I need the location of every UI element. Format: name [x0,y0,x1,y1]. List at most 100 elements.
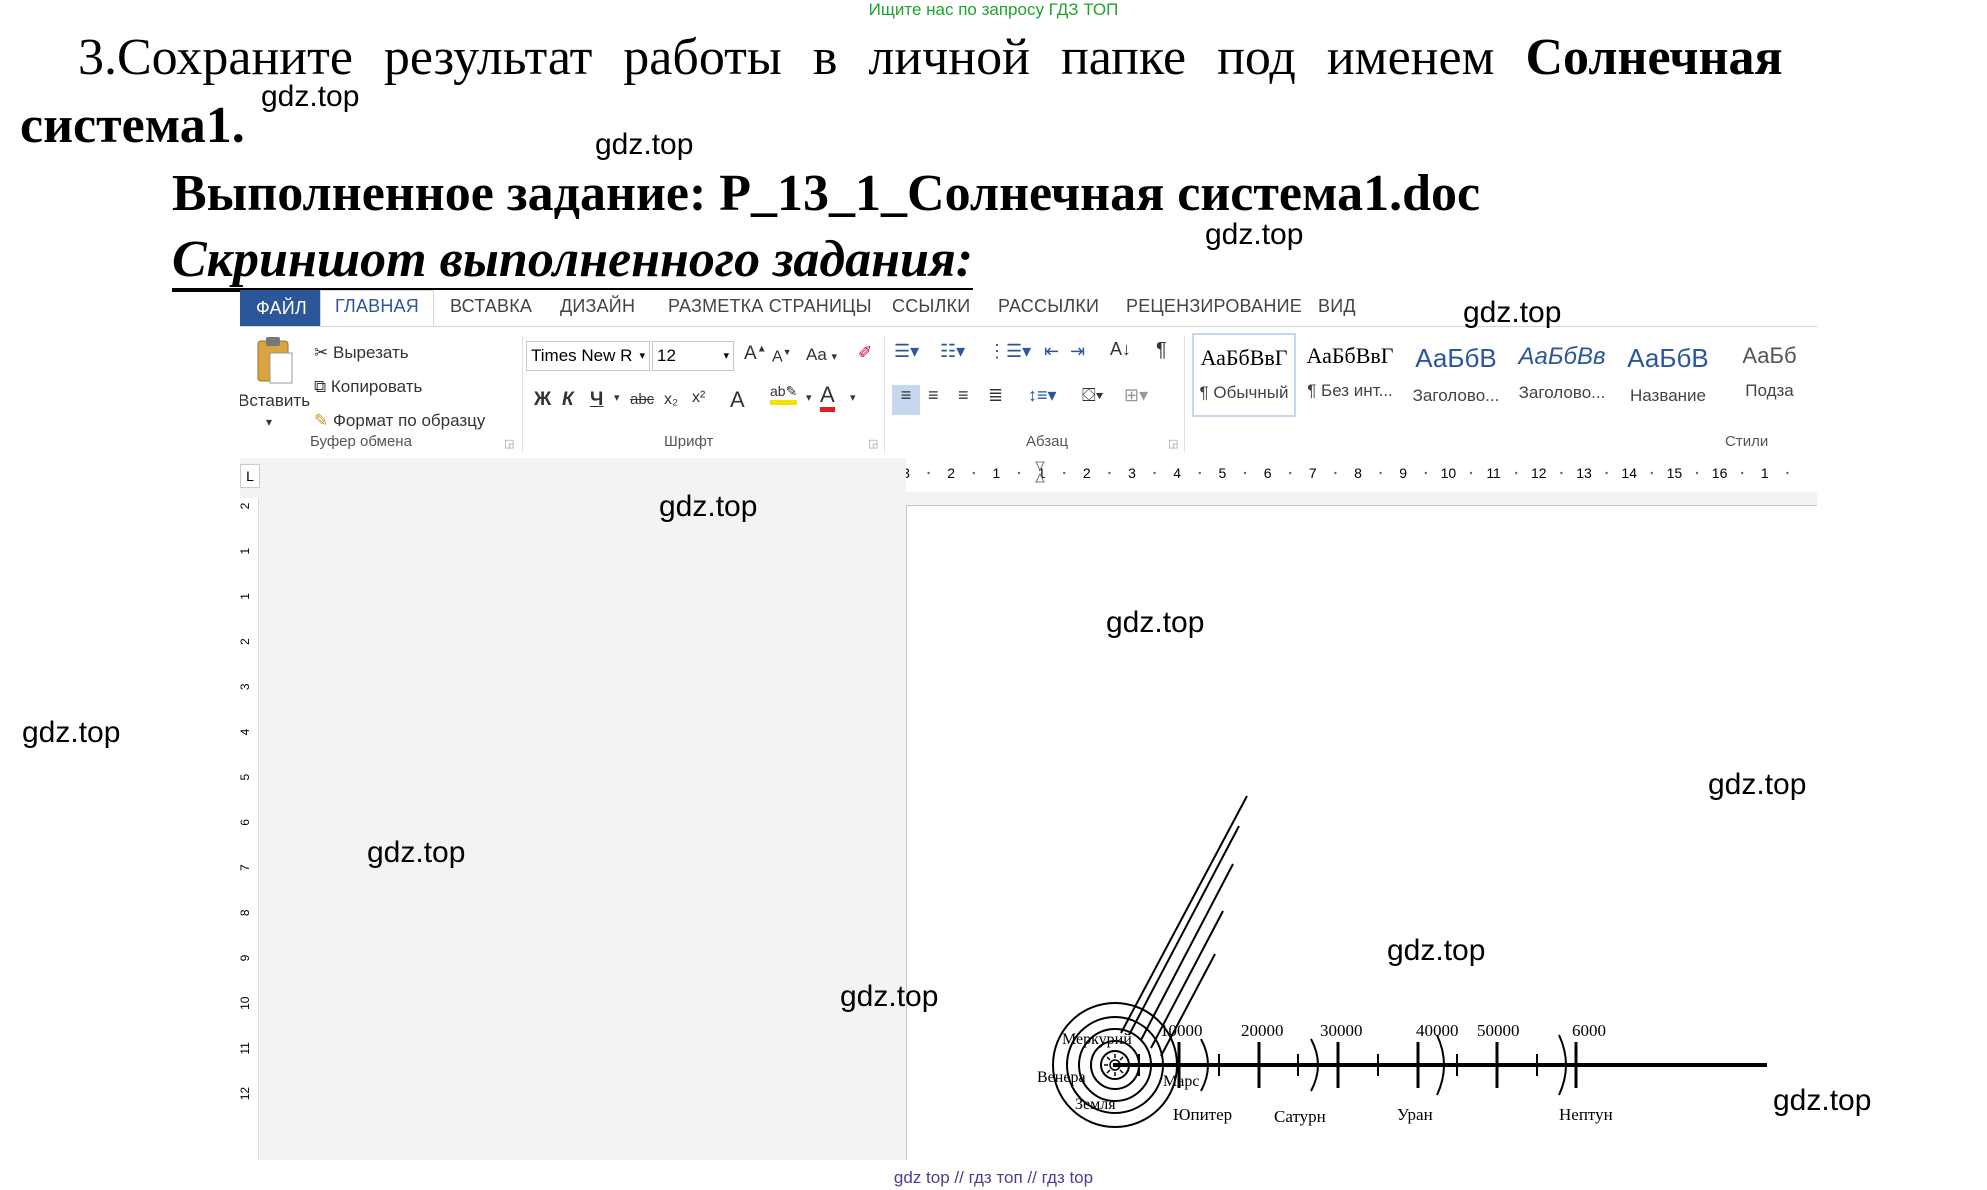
chevron-down-icon: ▾ [723,350,729,362]
tab-mailings[interactable]: РАССЫЛКИ [998,296,1099,317]
style-subtitle[interactable]: АаБб Подза [1722,333,1817,417]
style-title[interactable]: АаБбВ Название [1616,333,1720,417]
paste-icon[interactable] [254,335,296,387]
tab-review[interactable]: РЕЦЕНЗИРОВАНИЕ [1126,296,1302,317]
style-name: Заголово... [1518,383,1606,402]
ruler-tick [1198,471,1201,475]
font-color-icon[interactable]: A [820,383,835,412]
tab-selector[interactable]: L [240,464,260,488]
grow-font-button[interactable]: A▲ [744,343,767,365]
change-case-button[interactable]: Aa ▾ [806,345,837,365]
decrease-indent-icon[interactable]: ⇤ [1044,341,1059,362]
numbering-icon[interactable]: ☷▾ [940,341,965,362]
ruler-tick [1424,471,1427,475]
font-name-combo[interactable]: Times New R ▾ [526,341,650,371]
ruler-label: 5 [240,774,252,781]
scale-label: 30000 [1320,1021,1363,1040]
paste-button[interactable]: Вставить [240,391,310,411]
copy-button[interactable]: ⧉ Копировать [314,377,422,397]
bullets-icon[interactable]: ☰▾ [894,341,919,362]
shrink-font-button[interactable]: A▼ [772,347,792,366]
align-right-icon[interactable]: ≡ [958,385,969,406]
style-sample: АаБбВ [1415,343,1497,373]
watermark: gdz.top [1708,768,1807,801]
cut-button[interactable]: ✂ Вырезать [314,343,409,363]
sort-icon[interactable]: A↓ [1110,339,1131,360]
pilcrow-button[interactable]: ¶ [1156,339,1167,362]
format-painter-button[interactable]: ✎ Формат по образцу [314,411,485,431]
style-name: Заголово... [1412,386,1500,405]
font-size-combo[interactable]: 12 ▾ [652,341,734,371]
tab-page-layout[interactable]: РАЗМЕТКА СТРАНИЦЫ [668,296,872,317]
font-size-value: 12 [657,346,676,365]
watermark: gdz.top [1387,934,1486,967]
justify-icon[interactable]: ≣ [988,385,1003,406]
ruler-tick [1515,471,1518,475]
task-line-2: система1. [20,96,245,156]
shading-icon[interactable]: ⛋▾ [1082,385,1103,406]
font-group-label: Шрифт [664,433,714,450]
paragraph-launcher-icon[interactable]: ◲ [1168,437,1178,450]
style-sample: АаБб [1742,343,1797,368]
style-name: ¶ Обычный [1199,383,1289,402]
multilevel-list-icon[interactable]: ⋮☰▾ [988,341,1031,362]
align-left-icon[interactable]: ≡ [892,385,920,415]
watermark: gdz.top [840,980,939,1013]
chevron-down-icon[interactable]: ▾ [850,391,856,404]
bold-button[interactable]: Ж [534,389,551,411]
beam-line [1140,863,1234,1041]
ruler-label: 7 [1309,465,1317,481]
vertical-ruler-ticks: 21123456789101112 [240,502,252,1100]
watermark: gdz.top [1773,1084,1872,1117]
style-heading-2[interactable]: АаБбВв Заголово... [1510,333,1614,417]
document-page[interactable]: 10000 20000 30000 40000 50000 6000 Мерку… [906,505,1817,1160]
horizontal-ruler[interactable]: 321123456789101112131415161 [902,458,1817,492]
watermark: gdz.top [1205,218,1304,251]
subscript-button[interactable]: x₂ [664,391,678,409]
planet-label-mercury: Меркурий [1062,1031,1132,1048]
tab-references[interactable]: ССЫЛКИ [892,296,970,317]
paste-dropdown-icon[interactable]: ▾ [266,415,272,429]
align-center-icon[interactable]: ≡ [928,385,939,406]
chevron-down-icon[interactable]: ▾ [614,391,620,404]
ruler-label: 3 [1128,465,1136,481]
tab-design[interactable]: ДИЗАЙН [560,296,635,317]
ruler-label: 2 [240,502,252,509]
tab-insert[interactable]: ВСТАВКА [450,296,532,317]
text-effects-icon[interactable]: A [730,387,745,413]
ruler-label: 4 [240,728,252,735]
line-spacing-icon[interactable]: ↕≡▾ [1028,385,1057,406]
italic-button[interactable]: К [562,389,574,411]
style-no-spacing[interactable]: АаБбВвГ ¶ Без инт... [1298,333,1402,417]
ruler-tick [1560,471,1563,475]
tab-view[interactable]: ВИД [1318,296,1356,317]
underline-button[interactable]: Ч [590,389,603,411]
superscript-button[interactable]: x² [692,389,705,407]
style-heading-1[interactable]: АаБбВ Заголово... [1404,333,1508,417]
footer-note: gdz top // гдз топ // гдз top [893,1168,1094,1187]
ruler-tick [1695,471,1699,475]
vertical-ruler[interactable]: 21123456789101112 [240,498,259,1160]
ruler-tick [1650,471,1653,475]
planet-label-saturn: Сатурн [1274,1107,1326,1126]
style-sample: АаБбВвГ [1306,343,1394,368]
font-launcher-icon[interactable]: ◲ [868,437,878,450]
style-normal[interactable]: АаБбВвГ ¶ Обычный [1192,333,1296,417]
style-sample: АаБбВв [1518,343,1606,370]
scale-label: 20000 [1241,1021,1284,1040]
chevron-down-icon[interactable]: ▾ [806,391,812,404]
ruler-tick [1469,471,1473,475]
planet-label-uranus: Уран [1397,1105,1433,1124]
borders-icon[interactable]: ⊞▾ [1124,385,1148,406]
highlight-icon[interactable]: ab✎ [770,383,798,405]
tab-home[interactable]: ГЛАВНАЯ [320,290,434,327]
clear-format-icon[interactable]: ✐ [858,343,872,363]
strikethrough-button[interactable]: abc [630,391,654,408]
ruler-label: 1 [993,465,1001,481]
planet-label-earth: Земля [1075,1096,1116,1113]
clipboard-launcher-icon[interactable]: ◲ [504,437,514,450]
increase-indent-icon[interactable]: ⇥ [1070,341,1085,362]
paragraph-group-label: Абзац [1026,433,1069,450]
tab-file[interactable]: ФАЙЛ [240,290,323,326]
beam-line [1128,825,1240,1036]
